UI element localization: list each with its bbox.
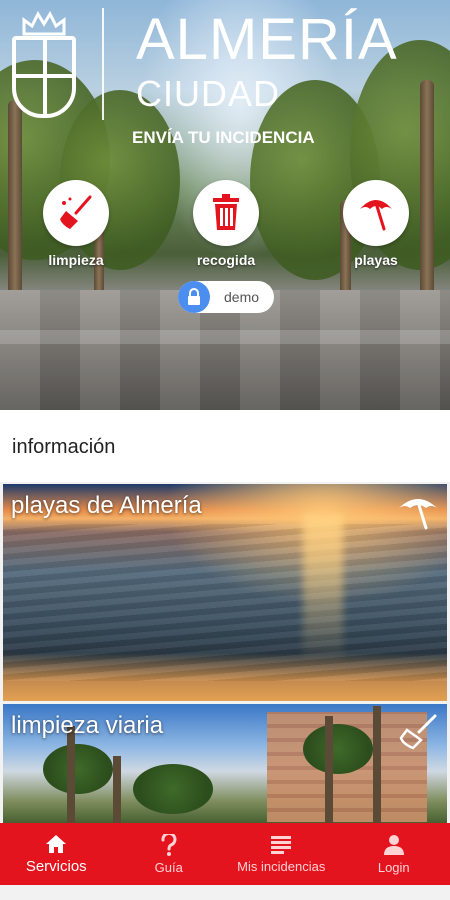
- broom-icon: [60, 195, 92, 229]
- list-icon: [271, 835, 292, 854]
- card-image-palm: [133, 764, 213, 814]
- service-circle[interactable]: [343, 180, 409, 246]
- nav-servicios[interactable]: Servicios: [0, 823, 113, 885]
- card-image-palm-trunk: [113, 756, 121, 826]
- report-incident-heading: ENVÍA TU INCIDENCIA: [132, 128, 315, 147]
- card-image-palm-trunk: [67, 726, 75, 826]
- logo-divider: [102, 8, 104, 120]
- nav-label: Servicios: [25, 857, 87, 875]
- card-title: playas de Almería: [11, 492, 202, 519]
- nav-login[interactable]: Login: [338, 823, 450, 885]
- beach-umbrella-icon: [399, 499, 437, 530]
- card-image-palm: [43, 744, 113, 794]
- card-title: limpieza viaria: [11, 712, 164, 739]
- demo-label: demo: [224, 289, 260, 305]
- crown-icon: [22, 10, 66, 36]
- service-button-limpieza[interactable]: limpieza: [36, 180, 116, 268]
- info-card-limpieza-viaria[interactable]: limpieza viaria: [3, 704, 447, 826]
- card-image-palm: [303, 724, 373, 774]
- user-icon: [383, 834, 404, 855]
- hero-banner: ALMERÍA CIUDAD ENVÍA TU INCIDENCIA limpi…: [0, 0, 450, 410]
- card-image-palm-trunk: [373, 706, 381, 826]
- service-circle[interactable]: [193, 180, 259, 246]
- info-heading: información: [12, 436, 116, 458]
- brand-title: ALMERÍA: [136, 7, 398, 72]
- nav-mis-incidencias[interactable]: Mis incidencias: [225, 823, 338, 885]
- service-button-playas[interactable]: playas: [336, 180, 416, 268]
- service-label: limpieza: [48, 252, 104, 268]
- card-image-sun-reflection: [303, 514, 343, 664]
- brand-subtitle: CIUDAD: [136, 73, 281, 114]
- question-icon: [161, 833, 177, 856]
- service-label: playas: [354, 252, 398, 268]
- service-label: recogida: [196, 252, 256, 268]
- card-image-sea: [3, 524, 447, 681]
- lock-icon: [178, 281, 210, 313]
- info-card-playas[interactable]: playas de Almería: [3, 484, 447, 701]
- bottom-navigation: Servicios Guía Mis incidencias Login: [0, 823, 450, 885]
- service-button-recogida[interactable]: recogida: [186, 180, 266, 268]
- broom-icon: [399, 714, 437, 750]
- demo-button[interactable]: demo: [178, 281, 274, 313]
- nav-label: Guía: [154, 859, 183, 875]
- nav-guia[interactable]: Guía: [113, 823, 226, 885]
- card-image-palm-trunk: [325, 716, 333, 826]
- nav-label: Login: [377, 859, 410, 875]
- service-circle[interactable]: [43, 180, 109, 246]
- system-bar: [0, 885, 450, 900]
- shield-icon: [12, 36, 76, 118]
- beach-umbrella-icon: [360, 200, 392, 231]
- trash-bin-icon: [213, 194, 239, 230]
- home-icon: [46, 834, 67, 853]
- city-crest-logo: [12, 10, 76, 120]
- nav-label: Mis incidencias: [237, 858, 326, 874]
